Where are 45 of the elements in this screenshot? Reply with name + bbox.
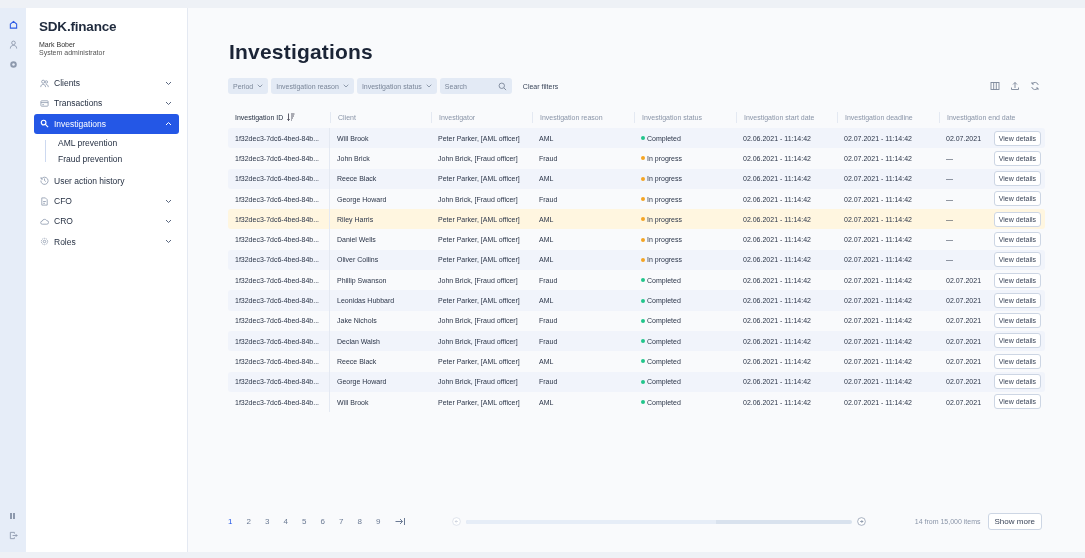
show-more-button[interactable]: Show more (987, 513, 1042, 530)
page-link[interactable]: 4 (283, 517, 302, 526)
page-link[interactable]: 1 (228, 517, 247, 526)
nav-item[interactable]: User action history (34, 170, 179, 191)
chevron-down-icon (342, 84, 349, 88)
books-icon[interactable] (9, 512, 17, 520)
upload-icon[interactable] (1010, 81, 1020, 91)
page-link[interactable]: 7 (339, 517, 358, 526)
cloud-icon (40, 217, 49, 226)
scroll-left-icon[interactable] (451, 517, 461, 526)
home-icon[interactable] (8, 20, 18, 29)
last-page-icon[interactable] (394, 517, 406, 526)
refresh-icon[interactable] (1030, 81, 1040, 91)
page-link[interactable]: 6 (320, 517, 339, 526)
nav-item[interactable]: CFO (34, 191, 179, 212)
scroll-right-icon[interactable] (856, 517, 866, 526)
columns-icon[interactable] (990, 81, 1000, 91)
chevron-down-icon (257, 84, 264, 88)
brand-name: SDK.finance (39, 19, 118, 34)
history-icon (40, 176, 49, 186)
page-link[interactable]: 2 (246, 517, 265, 526)
card-icon (40, 98, 49, 108)
page-link[interactable]: 9 (376, 517, 395, 526)
chevron-down-icon (425, 84, 432, 88)
nav-subitem[interactable]: Fraud prevention (58, 152, 123, 165)
nav-item[interactable]: Clients (34, 73, 179, 93)
document-icon (40, 196, 49, 206)
logout-icon[interactable] (8, 531, 18, 540)
page-link[interactable]: 8 (357, 517, 376, 526)
page-link[interactable]: 5 (302, 517, 321, 526)
nav-item[interactable]: Roles (34, 231, 179, 252)
page-title: Investigations (229, 40, 374, 64)
sort-icon[interactable] (287, 113, 296, 121)
nav-item[interactable]: CRO (34, 211, 179, 232)
horizontal-scrollbar[interactable] (465, 519, 852, 524)
page-link[interactable]: 3 (265, 517, 284, 526)
search-icon (497, 81, 507, 91)
settings-icon (40, 237, 49, 247)
nav-item[interactable]: Transactions (34, 93, 179, 114)
nav-subitem[interactable]: AML prevention (58, 136, 123, 149)
nav-item[interactable]: Investigations (34, 113, 179, 134)
settings-icon[interactable] (8, 60, 18, 69)
search-icon (40, 119, 49, 129)
people-icon (40, 78, 49, 88)
person-icon[interactable] (8, 40, 18, 49)
